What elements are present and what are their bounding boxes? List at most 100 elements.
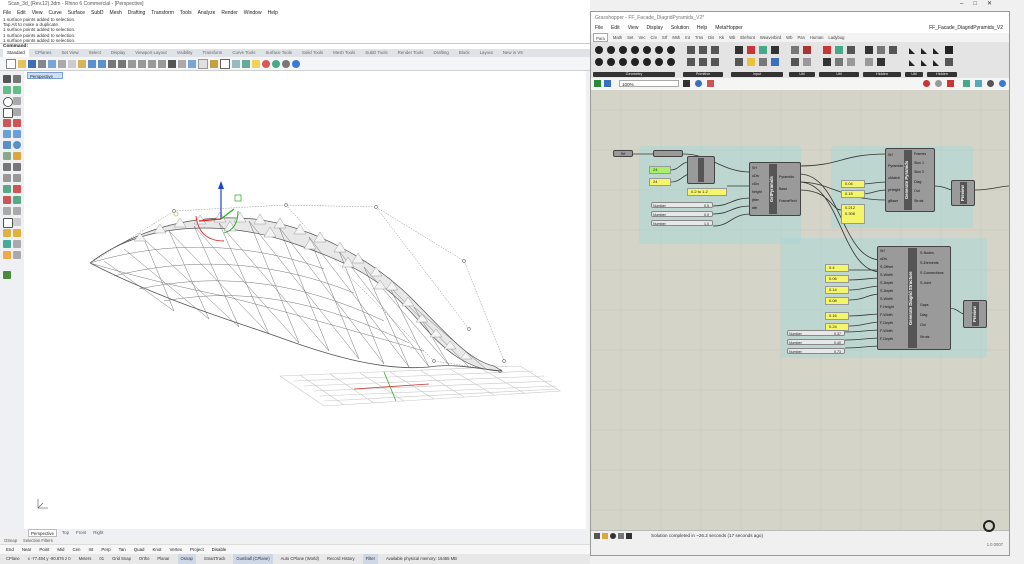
gh-tab-wb2[interactable]: Wb xyxy=(786,33,792,42)
viewport-tab-front[interactable]: Front xyxy=(74,529,88,537)
array-tool-icon[interactable] xyxy=(3,185,11,193)
gh-input-port[interactable]: vDiv xyxy=(752,182,759,186)
copy-icon[interactable] xyxy=(68,59,76,68)
tab-viewport-layout[interactable]: Viewport Layout xyxy=(131,49,170,57)
split-tool-icon[interactable] xyxy=(3,196,11,204)
gh-generate-diagrid-component[interactable]: Generate Diagrid Structure Srf uDiv S-Of… xyxy=(877,246,951,350)
box-tool-icon[interactable] xyxy=(3,141,11,149)
tab-visibility[interactable]: Visibility xyxy=(173,49,197,57)
maximize-icon[interactable]: □ xyxy=(973,0,977,9)
tab-subd-tools[interactable]: SubD Tools xyxy=(361,49,391,57)
gh-tab-transform[interactable]: Trns xyxy=(695,33,703,42)
tab-cplanes[interactable]: CPlanes xyxy=(31,49,56,57)
fillet-tool-icon[interactable] xyxy=(3,119,11,127)
gh-status-icon-3[interactable] xyxy=(610,533,616,539)
status-grid-snap[interactable]: Grid Snap xyxy=(112,554,131,564)
gh-output-port[interactable]: S-Nodes xyxy=(920,251,934,255)
status-auto-cplane[interactable]: Auto CPlane (World) xyxy=(281,554,319,564)
tab-standard[interactable]: Standard xyxy=(3,49,29,57)
status-smarttrack[interactable]: SmartTrack xyxy=(204,554,225,564)
gh-menu-edit[interactable]: Edit xyxy=(611,24,620,33)
menu-mesh[interactable]: Mesh xyxy=(110,9,122,17)
osnap-perp[interactable]: Perp xyxy=(101,545,110,554)
gh-generate-pyramids-component[interactable]: Generate Pyramids Srf Pyramids uMatch pH… xyxy=(885,148,935,212)
trim-tool-icon[interactable] xyxy=(13,185,21,193)
loft-tool-icon[interactable] xyxy=(13,130,21,138)
gh-input-port[interactable]: attr xyxy=(752,206,757,210)
gh-group-hidden[interactable]: Hidden xyxy=(863,72,901,77)
hatch-tool-icon[interactable] xyxy=(13,218,21,226)
render-tool-icon[interactable] xyxy=(13,240,21,248)
gh-series-component[interactable] xyxy=(687,156,715,184)
zoom-window-icon[interactable] xyxy=(138,59,146,68)
gh-tab-intersect[interactable]: Int xyxy=(685,33,690,42)
viewport-tab-right[interactable]: Right xyxy=(91,529,105,537)
gh-tab-kk[interactable]: Kk xyxy=(719,33,724,42)
gh-preview-shaded-icon[interactable] xyxy=(935,80,942,87)
gh-menu-solution[interactable]: Solution xyxy=(671,24,689,33)
gh-output-port[interactable]: Skin 1 xyxy=(914,161,924,165)
layer-icon[interactable] xyxy=(198,58,208,69)
gh-tab-mesh[interactable]: Msh xyxy=(672,33,680,42)
dimension-tool-icon[interactable] xyxy=(13,207,21,215)
gh-preview-wire-icon[interactable] xyxy=(947,80,954,87)
minimize-icon[interactable]: – xyxy=(960,0,963,9)
gh-panel-range[interactable]: 0.2 to 1.2 xyxy=(687,188,727,196)
close-icon[interactable]: ✕ xyxy=(987,0,992,9)
menu-render[interactable]: Render xyxy=(221,9,237,17)
gh-group-util-3[interactable]: Util xyxy=(905,72,923,77)
gh-output-port[interactable]: Base xyxy=(779,187,787,191)
text-tool-icon[interactable] xyxy=(3,218,13,228)
gh-menu-file[interactable]: File xyxy=(595,24,603,33)
osnap-end[interactable]: End xyxy=(6,545,14,554)
gh-status-icon-1[interactable] xyxy=(594,533,600,539)
gh-input-port[interactable]: F-Width xyxy=(880,313,893,317)
menu-curve[interactable]: Curve xyxy=(48,9,61,17)
gh-status-icon-2[interactable] xyxy=(602,533,608,539)
gh-slider-b3[interactable]: Number 0.73 xyxy=(787,348,845,354)
gh-slider-b2[interactable]: Number 0.40 xyxy=(787,339,845,345)
gh-input-port[interactable]: F-Depth xyxy=(880,337,893,341)
gh-output-port[interactable]: Gaps xyxy=(920,303,929,307)
tab-drafting[interactable]: Drafting xyxy=(429,49,452,57)
tab-curve-tools[interactable]: Curve Tools xyxy=(228,49,259,57)
status-layer[interactable]: 01 xyxy=(99,554,104,564)
gh-preview-mesh-icon[interactable] xyxy=(975,80,982,87)
osnap-knot[interactable]: Knot xyxy=(153,545,162,554)
mesh-tool-icon[interactable] xyxy=(3,152,11,160)
gh-panel-b3[interactable]: 0.14 xyxy=(825,286,849,294)
osnap-vertex[interactable]: Vertex xyxy=(170,545,182,554)
osnap-int[interactable]: Int xyxy=(89,545,94,554)
gh-panel-b2[interactable]: 0.06 xyxy=(825,275,849,283)
rendered-icon[interactable] xyxy=(242,59,250,68)
gh-zoom-fit-icon[interactable] xyxy=(683,80,690,87)
gh-input-port[interactable]: Srf xyxy=(888,153,893,157)
sphere-tool-icon[interactable] xyxy=(13,141,21,149)
gh-output-port[interactable]: Struts xyxy=(914,199,923,203)
gh-tab-wb[interactable]: Wb xyxy=(729,33,735,42)
mirror-tool-icon[interactable] xyxy=(13,174,21,182)
gh-input-port[interactable]: gBase xyxy=(888,199,898,203)
undo-icon[interactable] xyxy=(88,59,96,68)
select-tool-icon[interactable] xyxy=(3,75,11,83)
status-osnap[interactable]: Osnap xyxy=(177,554,196,564)
gh-panel-vdiv[interactable]: 24 xyxy=(649,178,671,186)
gh-input-port[interactable]: jitter xyxy=(752,198,759,202)
menu-analyze[interactable]: Analyze xyxy=(198,9,216,17)
gh-menu-help[interactable]: Help xyxy=(697,24,707,33)
gh-refresh-icon[interactable] xyxy=(983,520,995,532)
gh-canvas[interactable]: Srf 24 24 0.2 to 1.2 Number 0.5 Number 0… xyxy=(591,90,1009,530)
gh-panel-mid-1[interactable]: 0.04 xyxy=(841,180,865,188)
menu-transform[interactable]: Transform xyxy=(151,9,174,17)
status-filter[interactable]: Filter xyxy=(362,554,378,564)
gh-input-port[interactable]: S-Offset xyxy=(880,265,893,269)
history-tool-icon[interactable] xyxy=(3,251,11,259)
menu-file[interactable]: File xyxy=(3,9,11,17)
tab-transform[interactable]: Transform xyxy=(198,49,226,57)
import-icon[interactable] xyxy=(48,59,56,68)
extra-tool-icon[interactable] xyxy=(13,251,21,259)
gh-preview-mode-icon[interactable] xyxy=(923,80,930,87)
gh-preview-icon[interactable] xyxy=(695,80,702,87)
new-icon[interactable] xyxy=(6,58,16,69)
grasshopper-tool-icon[interactable] xyxy=(3,271,11,279)
